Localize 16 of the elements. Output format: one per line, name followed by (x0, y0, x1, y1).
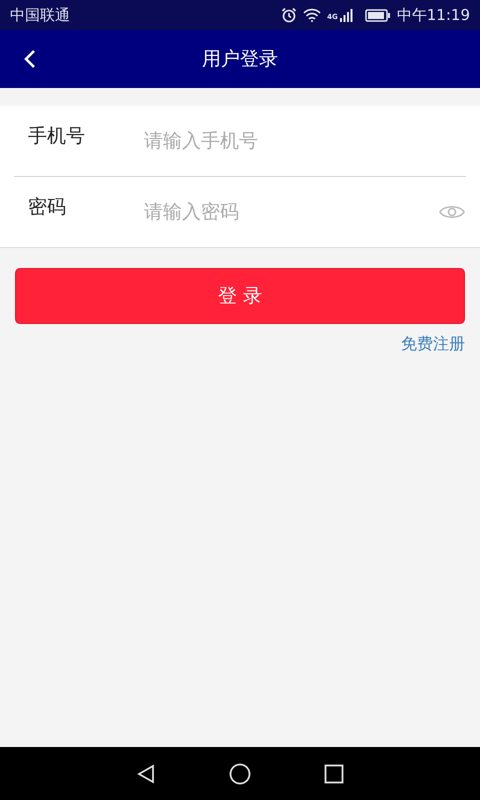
recents-nav-icon[interactable] (324, 764, 344, 784)
alarm-icon (281, 7, 298, 23)
clock: 中午11:19 (396, 6, 470, 24)
wifi-icon (303, 8, 322, 22)
back-nav-icon[interactable] (136, 764, 156, 784)
battery-icon (364, 8, 391, 22)
login-button[interactable]: 登 录 (15, 268, 465, 324)
input-field[interactable]: 请输入密码 (142, 200, 430, 224)
home-nav-icon[interactable] (228, 762, 251, 784)
page-title: 用户登录 (202, 47, 278, 72)
register-link[interactable]: 免费注册 (401, 334, 465, 355)
input-field[interactable]: 请输入手机号 (142, 129, 466, 153)
signal-icon (338, 8, 353, 22)
field-label: 手机号 (28, 124, 86, 149)
field-label: 密码 (28, 195, 67, 220)
carrier-name: 中国联通 (10, 6, 70, 24)
